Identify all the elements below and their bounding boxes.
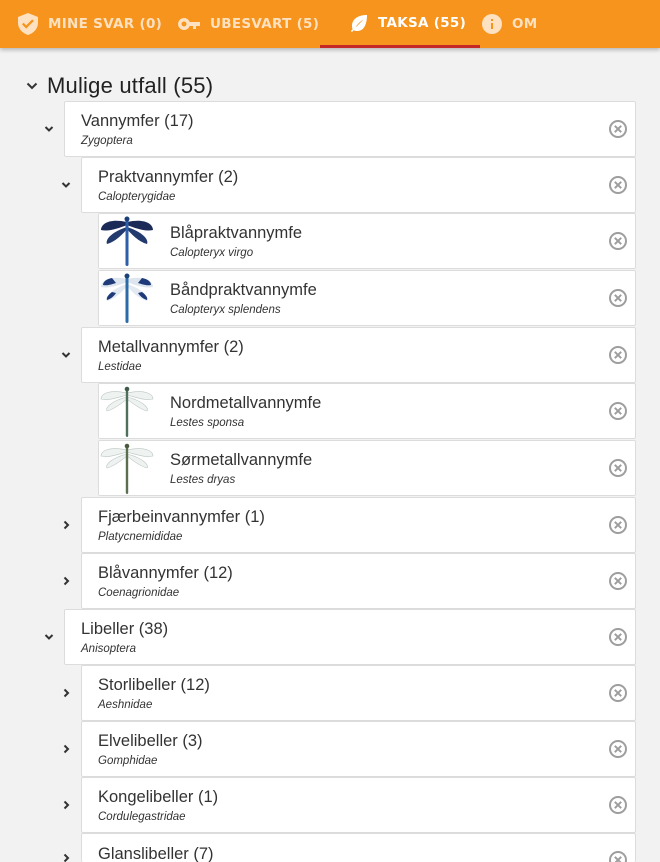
remove-icon[interactable] <box>608 231 628 251</box>
taxon-name: Libeller (38) <box>81 620 169 638</box>
species-row-bandpraktvannymfe[interactable]: Båndpraktvannymfe Calopteryx splendens <box>98 270 636 326</box>
taxon-scientific-name: Platycnemididae <box>98 531 183 543</box>
remove-icon[interactable] <box>608 850 628 862</box>
species-name: Båndpraktvannymfe <box>170 281 317 299</box>
section-title: Mulige utfall (55) <box>47 73 214 98</box>
taxon-row-praktvannymfer[interactable]: Praktvannymfer (2) Calopterygidae <box>81 157 636 213</box>
taxon-name: Glanslibeller (7) <box>98 845 214 862</box>
expand-toggle[interactable] <box>58 741 74 757</box>
taxon-name: Storlibeller (12) <box>98 676 210 694</box>
species-row-sormetallvannymfe[interactable]: Sørmetallvannymfe Lestes dryas <box>98 440 636 496</box>
remove-icon[interactable] <box>608 458 628 478</box>
remove-icon[interactable] <box>608 401 628 421</box>
tab-label: MINE SVAR (0) <box>48 16 163 32</box>
expand-toggle[interactable] <box>58 797 74 813</box>
taxon-name: Vannymfer (17) <box>81 112 194 130</box>
remove-icon[interactable] <box>608 119 628 139</box>
tab-mine-svar[interactable]: MINE SVAR (0) <box>18 0 162 48</box>
taxon-row-storlibeller[interactable]: Storlibeller (12) Aeshnidae <box>81 665 636 721</box>
chevron-right-icon <box>63 744 70 754</box>
tab-taksa[interactable]: TAKSA (55) <box>320 0 480 48</box>
taxon-row-glanslibeller[interactable]: Glanslibeller (7) <box>81 833 636 862</box>
expand-toggle[interactable] <box>58 850 74 862</box>
top-navigation: MINE SVAR (0) UBESVART (5) TAKSA (55) OM <box>0 0 660 48</box>
chevron-down-icon <box>26 82 38 90</box>
expand-toggle[interactable] <box>58 573 74 589</box>
tab-label: OM <box>512 16 538 32</box>
chevron-right-icon <box>63 853 70 862</box>
remove-icon[interactable] <box>608 627 628 647</box>
chevron-right-icon <box>63 576 70 586</box>
species-photo <box>99 271 155 325</box>
check-shield-icon <box>18 13 38 35</box>
expand-toggle[interactable] <box>58 177 74 193</box>
remove-icon[interactable] <box>608 175 628 195</box>
taxon-row-libeller[interactable]: Libeller (38) Anisoptera <box>64 609 636 665</box>
results-section-header[interactable]: Mulige utfall (55) <box>24 68 213 104</box>
remove-icon[interactable] <box>608 345 628 365</box>
taxon-scientific-name: Gomphidae <box>98 755 158 767</box>
species-photo <box>99 441 155 495</box>
taxon-name: Fjærbeinvannymfer (1) <box>98 508 265 526</box>
chevron-right-icon <box>63 520 70 530</box>
taxon-row-fjaerbeinvannymfer[interactable]: Fjærbeinvannymfer (1) Platycnemididae <box>81 497 636 553</box>
leaf-icon <box>350 14 367 32</box>
tab-ubesvart[interactable]: UBESVART (5) <box>178 0 319 48</box>
remove-icon[interactable] <box>608 795 628 815</box>
expand-toggle[interactable] <box>41 629 57 645</box>
species-name: Sørmetallvannymfe <box>170 451 313 469</box>
remove-icon[interactable] <box>608 515 628 535</box>
taxon-scientific-name: Coenagrionidae <box>98 587 180 599</box>
expand-toggle[interactable] <box>58 347 74 363</box>
remove-icon[interactable] <box>608 683 628 703</box>
species-row-blapraktvannymfe[interactable]: Blåpraktvannymfe Calopteryx virgo <box>98 213 636 269</box>
chevron-right-icon <box>63 800 70 810</box>
taxon-row-elvelibeller[interactable]: Elvelibeller (3) Gomphidae <box>81 721 636 777</box>
taxon-row-kongelibeller[interactable]: Kongelibeller (1) Cordulegastridae <box>81 777 636 833</box>
taxon-name: Blåvannymfer (12) <box>98 564 233 582</box>
taxon-name: Praktvannymfer (2) <box>98 168 239 186</box>
taxon-scientific-name: Zygoptera <box>81 135 133 147</box>
species-name: Nordmetallvannymfe <box>170 394 322 412</box>
species-row-nordmetallvannymfe[interactable]: Nordmetallvannymfe Lestes sponsa <box>98 383 636 439</box>
remove-icon[interactable] <box>608 571 628 591</box>
taxon-scientific-name: Anisoptera <box>81 643 136 655</box>
species-photo <box>99 214 155 268</box>
taxon-name: Elvelibeller (3) <box>98 732 203 750</box>
taxon-name: Metallvannymfer (2) <box>98 338 244 356</box>
taxon-scientific-name: Aeshnidae <box>98 699 153 711</box>
tab-om[interactable]: OM <box>482 0 538 48</box>
species-scientific-name: Calopteryx virgo <box>170 247 254 259</box>
chevron-down-icon <box>61 182 71 188</box>
species-scientific-name: Calopteryx splendens <box>170 304 281 316</box>
species-scientific-name: Lestes dryas <box>170 474 236 486</box>
taxon-scientific-name: Cordulegastridae <box>98 811 186 823</box>
chevron-right-icon <box>63 688 70 698</box>
info-icon <box>482 14 502 34</box>
taxon-row-blavannymfer[interactable]: Blåvannymfer (12) Coenagrionidae <box>81 553 636 609</box>
taxon-scientific-name: Lestidae <box>98 361 142 373</box>
taxon-row-vannymfer[interactable]: Vannymfer (17) Zygoptera <box>64 101 636 157</box>
remove-icon[interactable] <box>608 739 628 759</box>
remove-icon[interactable] <box>608 288 628 308</box>
species-photo <box>99 384 155 438</box>
expand-toggle[interactable] <box>58 517 74 533</box>
key-icon <box>178 18 200 30</box>
tab-label: UBESVART (5) <box>210 16 320 32</box>
species-scientific-name: Lestes sponsa <box>170 417 245 429</box>
taxon-scientific-name: Calopterygidae <box>98 191 176 203</box>
expand-toggle[interactable] <box>41 121 57 137</box>
species-name: Blåpraktvannymfe <box>170 224 303 242</box>
chevron-down-icon <box>44 126 54 132</box>
chevron-down-icon <box>44 634 54 640</box>
expand-toggle[interactable] <box>58 685 74 701</box>
taxon-row-metallvannymfer[interactable]: Metallvannymfer (2) Lestidae <box>81 327 636 383</box>
chevron-down-icon <box>61 352 71 358</box>
tab-label: TAKSA (55) <box>378 14 467 31</box>
taxon-name: Kongelibeller (1) <box>98 788 219 806</box>
